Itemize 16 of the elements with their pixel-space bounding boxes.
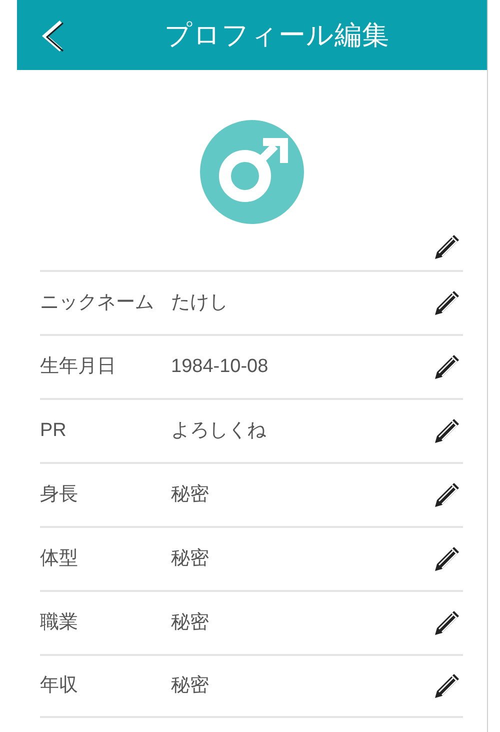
field-value: たけし <box>171 290 229 315</box>
field-label: 身長 <box>40 482 79 507</box>
field-value: 秘密 <box>171 610 210 635</box>
field-value: 秘密 <box>171 546 210 571</box>
field-label: 職業 <box>40 610 79 635</box>
field-label: PR <box>40 418 68 443</box>
male-avatar-icon <box>200 120 304 224</box>
field-label: ニックネーム <box>40 290 155 315</box>
field-value: 秘密 <box>171 674 210 698</box>
field-label: 年収 <box>40 674 79 698</box>
field-label: 体型 <box>40 546 79 571</box>
field-value: 1984-10-08 <box>171 354 270 379</box>
field-value: 秘密 <box>171 482 210 507</box>
field-value: よろしくね <box>171 418 267 443</box>
field-label: 生年月日 <box>40 354 117 379</box>
page-title: プロフィール編集 <box>164 18 390 52</box>
